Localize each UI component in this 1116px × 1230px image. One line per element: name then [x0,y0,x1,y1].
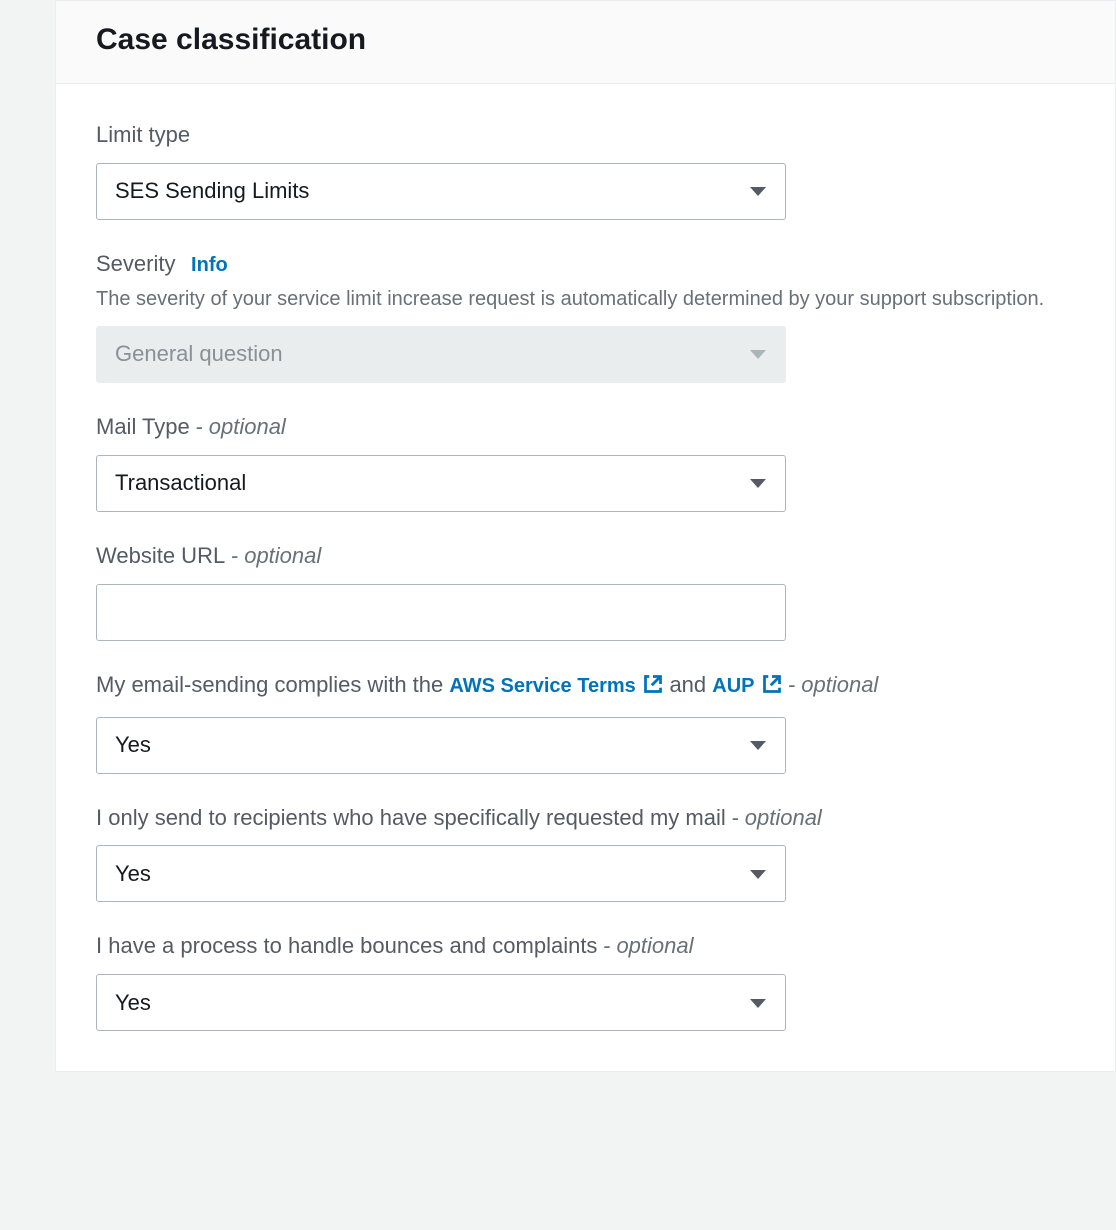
field-limit-type: Limit type SES Sending Limits [96,119,1075,220]
field-severity: Severity Info The severity of your servi… [96,248,1075,383]
recipients-value: Yes [115,861,151,887]
compliance-select[interactable]: Yes [96,717,786,774]
chevron-down-icon [749,178,767,204]
website-url-input[interactable] [96,584,786,641]
field-mail-type: Mail Type - optional Transactional [96,411,1075,512]
compliance-value: Yes [115,732,151,758]
case-classification-panel: Case classification Limit type SES Sendi… [55,0,1116,1072]
website-url-label: Website URL [96,543,225,568]
chevron-down-icon [749,861,767,887]
chevron-down-icon [749,990,767,1016]
severity-label: Severity [96,251,175,276]
compliance-label-mid: and [663,672,712,697]
limit-type-label: Limit type [96,122,190,147]
mail-type-label: Mail Type [96,414,190,439]
external-link-icon [643,671,663,705]
field-compliance: My email-sending complies with the AWS S… [96,669,1075,774]
field-website-url: Website URL - optional [96,540,1075,641]
bounces-value: Yes [115,990,151,1016]
limit-type-value: SES Sending Limits [115,178,309,204]
panel-header: Case classification [56,1,1115,84]
severity-select: General question [96,326,786,383]
recipients-select[interactable]: Yes [96,845,786,902]
mail-type-value: Transactional [115,470,246,496]
panel-title: Case classification [96,23,1075,57]
bounces-label: I have a process to handle bounces and c… [96,933,597,958]
bounces-optional: - optional [603,933,694,958]
chevron-down-icon [749,470,767,496]
limit-type-select[interactable]: SES Sending Limits [96,163,786,220]
bounces-select[interactable]: Yes [96,974,786,1031]
chevron-down-icon [749,732,767,758]
sidebar-gutter [0,0,55,1072]
compliance-label-prefix: My email-sending complies with the [96,672,449,697]
severity-helper: The severity of your service limit incre… [96,284,1075,314]
mail-type-select[interactable]: Transactional [96,455,786,512]
recipients-label: I only send to recipients who have speci… [96,805,726,830]
recipients-optional: - optional [731,805,822,830]
field-bounces: I have a process to handle bounces and c… [96,930,1075,1031]
external-link-icon [762,671,782,705]
aws-service-terms-link[interactable]: AWS Service Terms [449,675,663,697]
website-url-optional: - optional [231,543,322,568]
severity-value: General question [115,341,283,367]
chevron-down-icon [749,341,767,367]
mail-type-optional: - optional [195,414,286,439]
aup-link[interactable]: AUP [712,675,781,697]
compliance-optional: - optional [782,672,879,697]
severity-info-link[interactable]: Info [191,254,228,276]
field-recipients: I only send to recipients who have speci… [96,802,1075,903]
